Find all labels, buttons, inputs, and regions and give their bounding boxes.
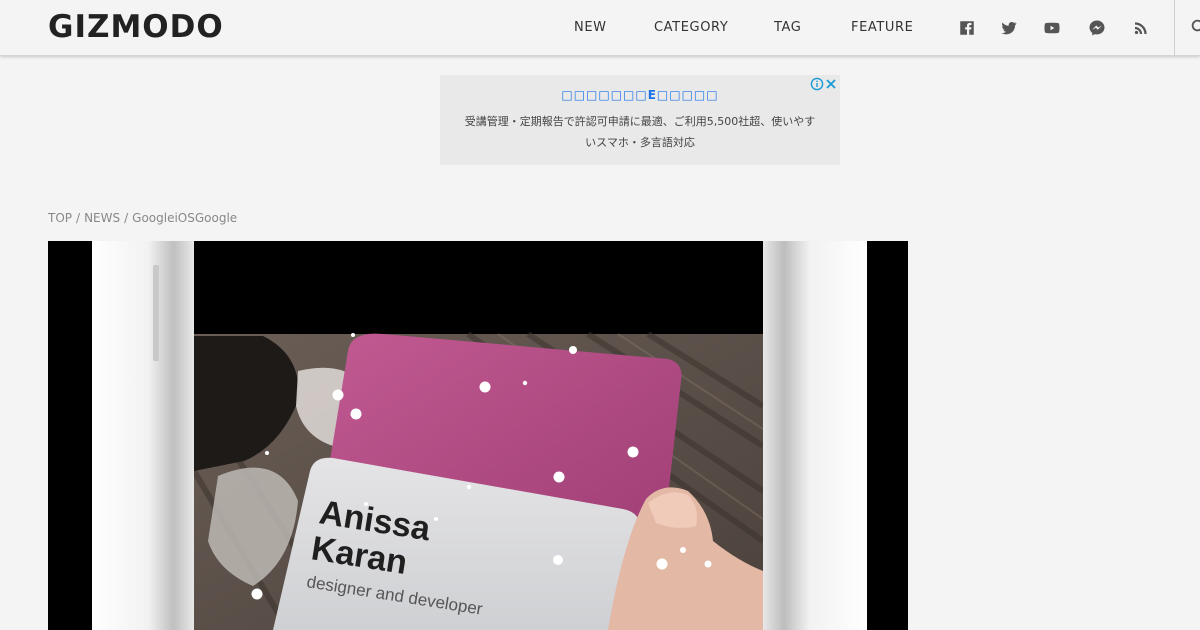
- twitter-icon[interactable]: [999, 18, 1019, 38]
- nav-category[interactable]: CATEGORY: [654, 20, 728, 35]
- nav-feature[interactable]: FEATURE: [851, 20, 913, 35]
- rss-icon[interactable]: [1131, 18, 1151, 38]
- breadcrumb-top[interactable]: TOP: [48, 211, 72, 225]
- breadcrumb-separator: /: [76, 211, 81, 225]
- phone-side-button: [153, 265, 159, 361]
- site-header: GIZMODO NEW CATEGORY TAG FEATURE: [0, 0, 1200, 56]
- advertisement-banner[interactable]: □□□□□□□E□□□□□ 受講管理・定期報告で許認可申請に最適、ご利用5,50…: [440, 75, 840, 165]
- nav-tag[interactable]: TAG: [774, 20, 801, 35]
- breadcrumb-news[interactable]: NEWS: [84, 211, 120, 225]
- nav-new[interactable]: NEW: [574, 20, 607, 35]
- breadcrumb-separator: /: [124, 211, 129, 225]
- messenger-icon[interactable]: [1087, 18, 1107, 38]
- ad-close-icon[interactable]: [824, 76, 838, 90]
- ad-body: 受講管理・定期報告で許認可申請に最適、ご利用5,500社超、使いやすいスマホ・多…: [464, 115, 816, 149]
- search-icon[interactable]: [1190, 18, 1200, 38]
- breadcrumb: TOP / NEWS / GoogleiOSGoogle: [48, 211, 237, 225]
- facebook-icon[interactable]: [957, 18, 977, 38]
- ad-title[interactable]: □□□□□□□E□□□□□: [440, 88, 840, 102]
- header-divider: [1174, 0, 1175, 56]
- youtube-icon[interactable]: [1042, 18, 1062, 38]
- article-hero-image: Anissa Karan designer and developer: [48, 241, 908, 630]
- phone-photo-illustration: Anissa Karan designer and developer: [92, 241, 867, 630]
- breadcrumb-current: GoogleiOSGoogle: [132, 211, 238, 225]
- site-logo[interactable]: GIZMODO: [48, 9, 224, 45]
- ad-info-icon[interactable]: [810, 76, 824, 91]
- ar-camera-scene: Anissa Karan designer and developer: [194, 331, 763, 630]
